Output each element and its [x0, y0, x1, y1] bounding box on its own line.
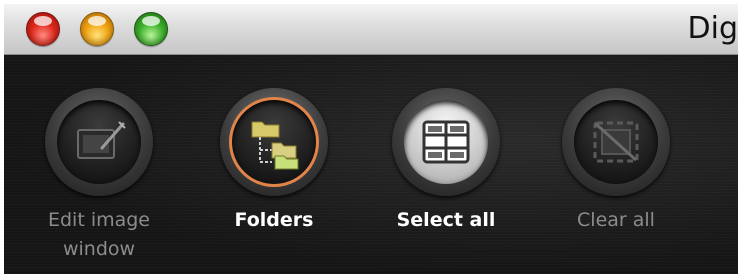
title-bar[interactable]: Dig	[4, 4, 738, 55]
minimize-window-button[interactable]	[80, 12, 114, 46]
folders-icon	[251, 121, 299, 170]
edit-image-window-label: Edit image window	[47, 209, 150, 260]
edit-image-window-button[interactable]: Edit image window	[24, 88, 174, 268]
zoom-window-button[interactable]	[134, 12, 168, 46]
folders-button-ring	[220, 88, 328, 196]
close-window-button[interactable]	[26, 12, 60, 46]
select-all-button-ring	[392, 88, 500, 196]
select-all-label: Select all	[396, 209, 496, 231]
clear-all-button[interactable]: Clear all	[541, 88, 691, 268]
clear-all-label: Clear all	[577, 209, 655, 231]
edit-image-icon	[77, 121, 126, 159]
edit-image-button-ring	[45, 88, 153, 196]
toolbar: Edit image window Folders Select all Cle…	[4, 55, 738, 274]
select-all-button[interactable]: Select all	[371, 88, 521, 268]
clear-all-icon	[593, 121, 639, 163]
folders-button[interactable]: Folders	[199, 88, 349, 268]
folders-label: Folders	[234, 209, 314, 231]
app-window: Dig Edit image window Folders Select all…	[4, 4, 738, 274]
select-all-icon	[422, 120, 470, 164]
window-title: Dig	[687, 11, 738, 46]
clear-all-button-ring	[562, 88, 670, 196]
